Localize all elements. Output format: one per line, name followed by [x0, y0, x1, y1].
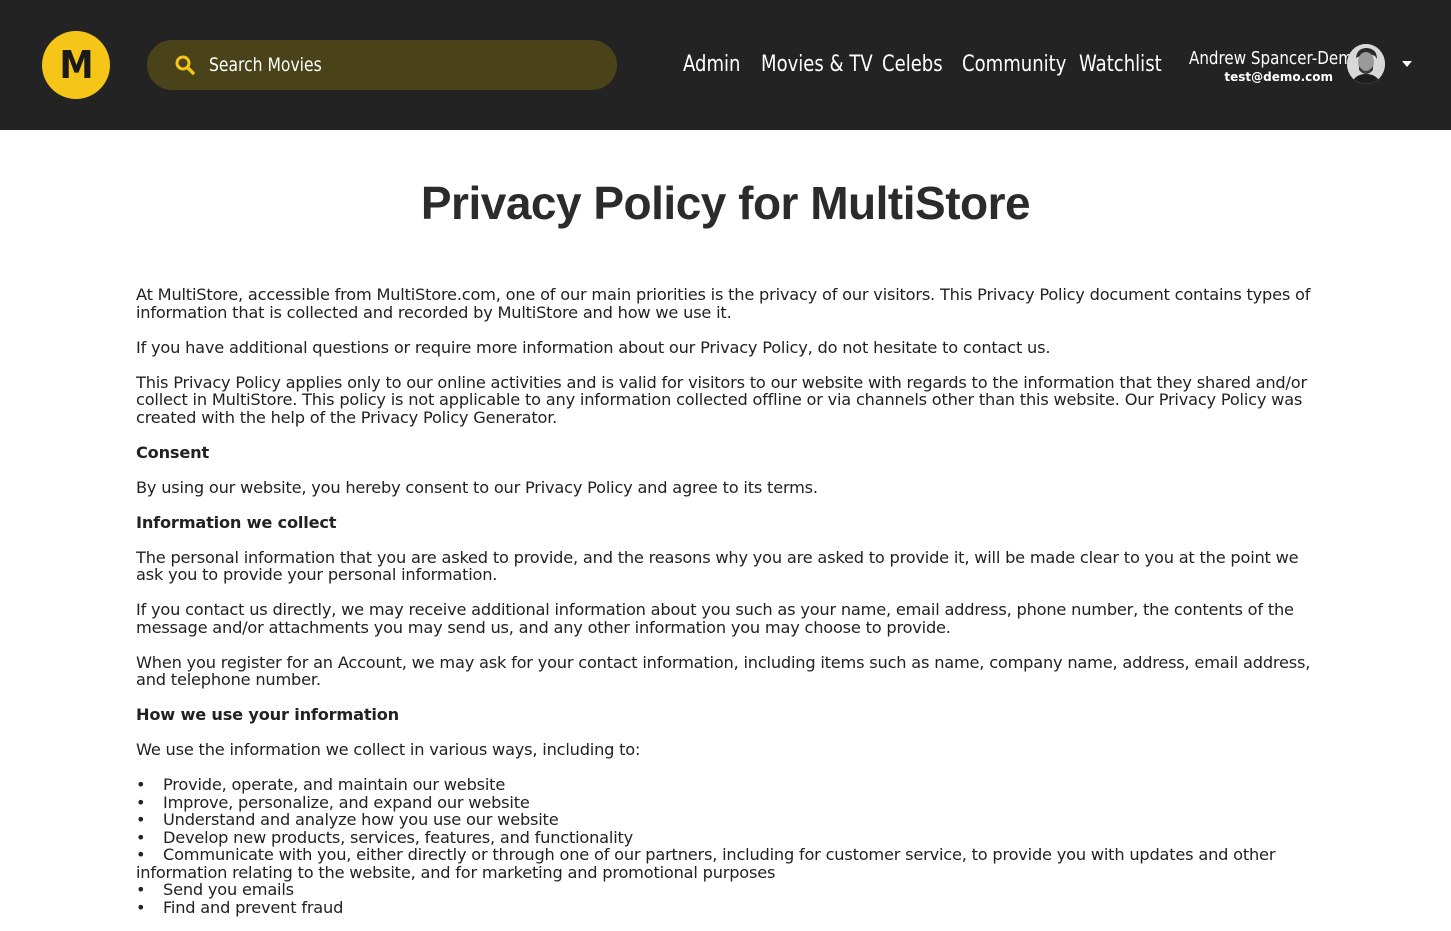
information-collect-heading: Information we collect	[136, 512, 337, 532]
list-item: Provide, operate, and maintain our websi…	[136, 776, 1326, 794]
site-logo[interactable]: M	[42, 31, 110, 99]
consent-heading: Consent	[136, 442, 210, 462]
list-item: Send you emails	[136, 881, 1326, 899]
collect-paragraph-2: If you contact us directly, we may recei…	[136, 600, 1294, 637]
avatar[interactable]	[1347, 44, 1385, 84]
nav-watchlist[interactable]: Watchlist	[1079, 48, 1162, 82]
list-item: Improve, personalize, and expand our web…	[136, 793, 1326, 812]
intro-paragraph-1: At MultiStore, accessible from MultiStor…	[136, 285, 1311, 322]
consent-paragraph: By using our website, you hereby consent…	[136, 477, 818, 497]
use-intro-paragraph: We use the information we collect in var…	[136, 740, 641, 759]
list-item: Find and prevent fraud	[136, 898, 1326, 917]
nav-celebs[interactable]: Celebs	[882, 48, 943, 82]
list-item: Communicate with you, either directly or…	[136, 846, 1326, 881]
intro-paragraph-3: This Privacy Policy applies only to our …	[136, 372, 1307, 427]
use-information-heading: How we use your information	[136, 705, 399, 724]
search-bar[interactable]: Search Movies	[147, 40, 617, 90]
page-title: Privacy Policy for MultiStore	[420, 177, 1031, 229]
list-item: Develop new products, services, features…	[136, 828, 1326, 847]
nav-admin[interactable]: Admin	[683, 48, 741, 82]
collect-paragraph-1: The personal information that you are as…	[136, 547, 1299, 584]
nav-community[interactable]: Community	[962, 48, 1066, 82]
list-item: Understand and analyze how you use our w…	[136, 811, 1326, 829]
avatar-portrait-icon	[1347, 44, 1385, 84]
policy-content: At MultiStore, accessible from MultiStor…	[136, 286, 1326, 916]
intro-paragraph-2: If you have additional questions or requ…	[136, 337, 1051, 357]
nav-movies-tv[interactable]: Movies & TV	[761, 48, 873, 82]
use-list: Provide, operate, and maintain our websi…	[136, 776, 1326, 916]
user-email: test@demo.com	[1224, 70, 1333, 84]
user-name[interactable]: Andrew Spancer-Demo	[1189, 48, 1362, 69]
top-navigation-bar: M Search Movies Admin Movies & TV Celebs…	[0, 0, 1451, 130]
collect-paragraph-3: When you register for an Account, we may…	[136, 652, 1311, 689]
user-menu-chevron-down-icon[interactable]	[1402, 61, 1412, 67]
search-icon	[175, 55, 195, 75]
search-input[interactable]: Search Movies	[209, 54, 322, 76]
